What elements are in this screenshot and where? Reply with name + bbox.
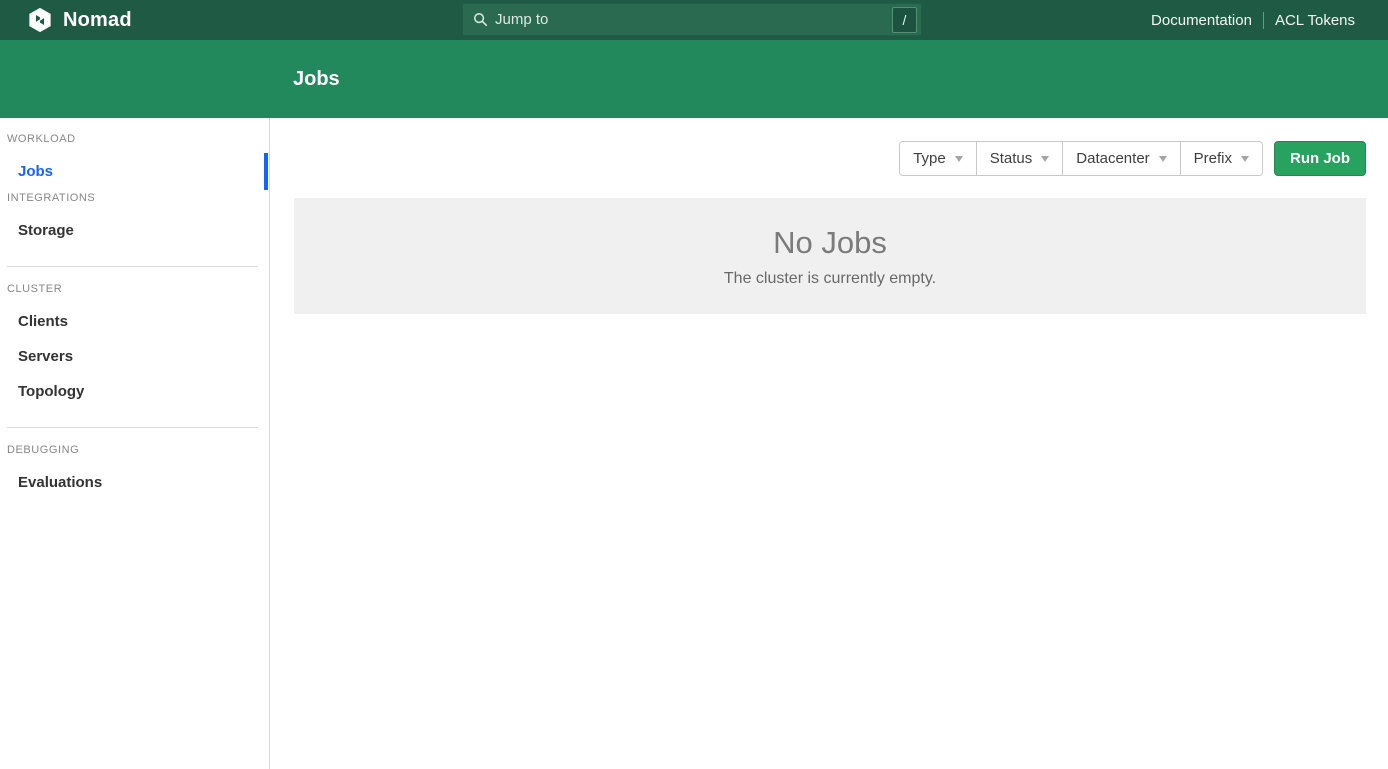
sidebar-item-topology[interactable]: Topology: [0, 374, 269, 409]
documentation-link[interactable]: Documentation: [1151, 12, 1252, 29]
nomad-logo-icon: [27, 7, 53, 33]
filter-label: Datacenter: [1076, 150, 1149, 167]
search-icon: [473, 12, 488, 27]
sidebar-section-integrations: INTEGRATIONS: [0, 189, 269, 207]
sidebar-item-storage[interactable]: Storage: [0, 213, 269, 248]
sidebar-item-jobs[interactable]: Jobs: [0, 154, 269, 189]
filter-status-dropdown[interactable]: Status: [976, 142, 1063, 175]
sidebar-item-clients[interactable]: Clients: [0, 304, 269, 339]
jump-to-search[interactable]: /: [462, 3, 922, 36]
sidebar-section-workload: WORKLOAD: [0, 130, 269, 148]
filter-label: Type: [913, 150, 946, 167]
acl-tokens-link[interactable]: ACL Tokens: [1275, 12, 1355, 29]
link-separator: [1263, 12, 1264, 29]
chevron-down-icon: [1041, 156, 1049, 162]
brand-name: Nomad: [63, 9, 132, 32]
empty-state: No Jobs The cluster is currently empty.: [294, 198, 1366, 314]
main-content: Type Status Datacenter Prefix Run Job No…: [271, 118, 1388, 769]
sidebar-section-cluster: CLUSTER: [0, 280, 269, 298]
filter-prefix-dropdown[interactable]: Prefix: [1180, 142, 1262, 175]
top-links: Documentation ACL Tokens: [1151, 0, 1355, 40]
sidebar-item-label: Topology: [18, 383, 84, 400]
chevron-down-icon: [1159, 156, 1167, 162]
sidebar-item-label: Storage: [18, 222, 74, 239]
chevron-down-icon: [955, 156, 963, 162]
run-job-button[interactable]: Run Job: [1274, 141, 1366, 176]
sidebar-item-label: Servers: [18, 348, 73, 365]
filter-group: Type Status Datacenter Prefix: [899, 141, 1263, 176]
filter-type-dropdown[interactable]: Type: [900, 142, 976, 175]
sidebar-divider: [7, 427, 258, 428]
search-input[interactable]: [495, 11, 892, 28]
sidebar-item-label: Jobs: [18, 163, 53, 180]
sidebar-divider: [7, 266, 258, 267]
sidebar-section-debugging: DEBUGGING: [0, 441, 269, 459]
sidebar-item-servers[interactable]: Servers: [0, 339, 269, 374]
sidebar-item-evaluations[interactable]: Evaluations: [0, 465, 269, 500]
active-indicator: [264, 153, 268, 190]
sidebar: WORKLOAD Jobs INTEGRATIONS Storage CLUST…: [0, 118, 270, 769]
empty-state-title: No Jobs: [773, 225, 887, 261]
search-shortcut-hint: /: [892, 7, 917, 33]
empty-state-message: The cluster is currently empty.: [724, 270, 936, 288]
chevron-down-icon: [1241, 156, 1249, 162]
nomad-home-link[interactable]: Nomad: [27, 7, 132, 33]
sidebar-item-label: Evaluations: [18, 474, 102, 491]
filter-datacenter-dropdown[interactable]: Datacenter: [1062, 142, 1179, 175]
page-header: Jobs: [0, 40, 1388, 118]
jobs-toolbar: Type Status Datacenter Prefix Run Job: [899, 141, 1366, 176]
filter-label: Status: [990, 150, 1033, 167]
top-navbar: Nomad / Documentation ACL Tokens: [0, 0, 1388, 40]
sidebar-item-label: Clients: [18, 313, 68, 330]
filter-label: Prefix: [1194, 150, 1232, 167]
page-title: Jobs: [293, 68, 340, 91]
